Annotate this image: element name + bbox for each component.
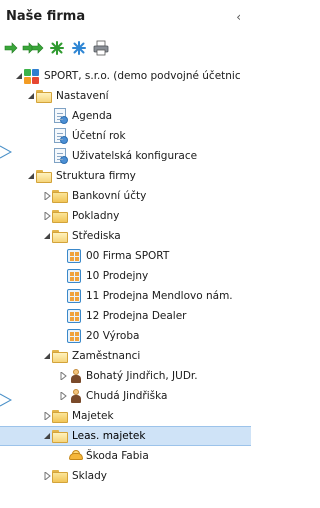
collapse-triangle-icon[interactable]	[26, 171, 36, 181]
print-icon[interactable]	[92, 39, 110, 57]
collapse-panel-button[interactable]: ‹	[236, 10, 241, 24]
settings-document-icon	[52, 148, 68, 164]
tree-node-label: Účetní rok	[72, 130, 126, 142]
navigator-panel: Naše firma ‹ SPORT, s.r.o. (demo podvojn	[0, 0, 251, 508]
tree-node-bohaty[interactable]: Bohatý Jindřich, JUDr.	[0, 366, 251, 386]
tree-node-label: 00 Firma SPORT	[86, 250, 170, 262]
expand-all-arrows-icon[interactable]	[22, 39, 44, 57]
collapse-triangle-icon[interactable]	[14, 71, 24, 81]
tree-node-chuda[interactable]: Chudá Jindřiška	[0, 386, 251, 406]
tree-node-label: 10 Prodejny	[86, 270, 149, 282]
collapse-star-icon[interactable]	[70, 39, 88, 57]
settings-document-icon	[52, 128, 68, 144]
car-icon	[68, 448, 84, 464]
person-icon	[68, 388, 84, 404]
expand-triangle-icon[interactable]	[42, 411, 52, 421]
person-icon	[68, 368, 84, 384]
panel-title: Naše firma	[6, 9, 86, 24]
expand-triangle-icon[interactable]	[58, 371, 68, 381]
open-folder-icon	[36, 168, 52, 184]
expand-arrow-icon[interactable]	[2, 39, 20, 57]
tree-node-zamestnanci[interactable]: Zaměstnanci	[0, 346, 251, 366]
folder-icon	[52, 188, 68, 204]
tree-node-label: Zaměstnanci	[72, 350, 141, 362]
collapse-triangle-icon[interactable]	[42, 231, 52, 241]
tree-node-root[interactable]: SPORT, s.r.o. (demo podvojné účetnic	[0, 66, 251, 86]
open-folder-icon	[52, 228, 68, 244]
cost-center-icon	[66, 328, 82, 344]
tree-node-stredisko-12[interactable]: 12 Prodejna Dealer	[0, 306, 251, 326]
panel-header: Naše firma ‹	[0, 0, 251, 34]
expand-star-icon[interactable]	[48, 39, 66, 57]
folder-icon	[52, 468, 68, 484]
settings-document-icon	[52, 108, 68, 124]
tree-node-uzivatelska-konfigurace[interactable]: Uživatelská konfigurace	[0, 146, 251, 166]
company-logo-icon	[24, 68, 40, 84]
tree-node-ucetni-rok[interactable]: Účetní rok	[0, 126, 251, 146]
tree-node-label: Agenda	[72, 110, 113, 122]
tree-node-label: Nastavení	[56, 90, 109, 102]
tree-node-label: Pokladny	[72, 210, 120, 222]
tree-node-label: Bohatý Jindřich, JUDr.	[86, 370, 198, 382]
cost-center-icon	[66, 308, 82, 324]
folder-icon	[52, 408, 68, 424]
tree-node-nastaveni[interactable]: Nastavení	[0, 86, 251, 106]
expand-triangle-icon[interactable]	[42, 191, 52, 201]
open-folder-icon	[36, 88, 52, 104]
collapse-triangle-icon[interactable]	[26, 91, 36, 101]
tree-node-label: Bankovní účty	[72, 190, 147, 202]
collapse-triangle-icon[interactable]	[42, 431, 52, 441]
expand-triangle-icon[interactable]	[42, 471, 52, 481]
tree-node-agenda[interactable]: Agenda	[0, 106, 251, 126]
tree-node-strediska[interactable]: Střediska	[0, 226, 251, 246]
expand-triangle-icon[interactable]	[42, 211, 52, 221]
tree-node-label: Struktura firmy	[56, 170, 136, 182]
tree-node-label: Uživatelská konfigurace	[72, 150, 198, 162]
tree-node-label: Škoda Fabia	[86, 450, 149, 462]
tree-node-label: Sklady	[72, 470, 107, 482]
tree-node-leas-majetek[interactable]: Leas. majetek	[0, 426, 251, 446]
tree-node-label: Střediska	[72, 230, 121, 242]
tree-toolbar	[0, 38, 251, 58]
tree-node-label: Leas. majetek	[72, 430, 146, 442]
tree-node-stredisko-00[interactable]: 00 Firma SPORT	[0, 246, 251, 266]
cost-center-icon	[66, 268, 82, 284]
tree-node-label: 11 Prodejna Mendlovo nám.	[86, 290, 233, 302]
tree-node-sklady[interactable]: Sklady	[0, 466, 251, 486]
tree-node-label: SPORT, s.r.o. (demo podvojné účetnic	[44, 70, 241, 82]
tree-node-pokladny[interactable]: Pokladny	[0, 206, 251, 226]
open-folder-icon	[52, 428, 68, 444]
tree-node-label: Majetek	[72, 410, 114, 422]
collapse-triangle-icon[interactable]	[42, 351, 52, 361]
expand-triangle-icon[interactable]	[58, 391, 68, 401]
cost-center-icon	[66, 288, 82, 304]
tree-node-stredisko-11[interactable]: 11 Prodejna Mendlovo nám.	[0, 286, 251, 306]
tree-node-skoda-fabia[interactable]: Škoda Fabia	[0, 446, 251, 466]
tree-node-struktura-firmy[interactable]: Struktura firmy	[0, 166, 251, 186]
tree-node-label: Chudá Jindřiška	[86, 390, 168, 402]
tree-node-label: 12 Prodejna Dealer	[86, 310, 187, 322]
tree-node-majetek[interactable]: Majetek	[0, 406, 251, 426]
cost-center-icon	[66, 248, 82, 264]
open-folder-icon	[52, 348, 68, 364]
folder-icon	[52, 208, 68, 224]
tree-node-stredisko-20[interactable]: 20 Výroba	[0, 326, 251, 346]
tree-node-label: 20 Výroba	[86, 330, 140, 342]
tree-node-stredisko-10[interactable]: 10 Prodejny	[0, 266, 251, 286]
tree-node-bankovni-ucty[interactable]: Bankovní účty	[0, 186, 251, 206]
